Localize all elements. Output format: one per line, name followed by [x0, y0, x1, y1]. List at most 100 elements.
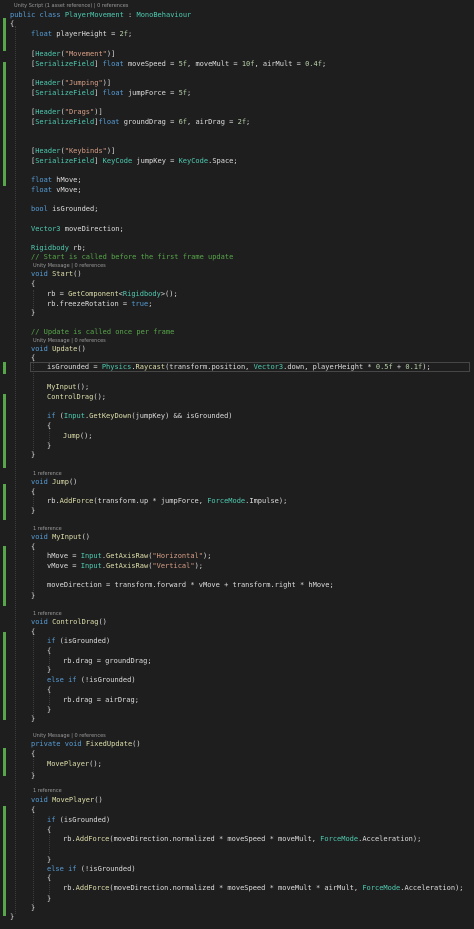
code-line[interactable]: } — [0, 715, 474, 724]
code-text: } — [31, 772, 36, 780]
code-line[interactable]: [Header("Movement")] — [0, 50, 474, 59]
codelens-class[interactable]: Unity Script (1 asset reference) | 0 ref… — [14, 3, 128, 9]
code-text: moveDirection = transform.forward * vMov… — [47, 581, 334, 589]
code-line[interactable]: // Start is called before the first fram… — [0, 253, 474, 262]
code-text: { — [31, 750, 36, 758]
code-line[interactable]: { — [0, 750, 474, 759]
codelens-start[interactable]: Unity Message | 0 references — [33, 263, 106, 269]
code-text: } — [31, 451, 36, 459]
code-line[interactable]: rb.AddForce(transform.up * jumpForce, Fo… — [0, 497, 474, 506]
code-line[interactable]: { — [0, 647, 474, 656]
code-line[interactable]: if (isGrounded) — [0, 637, 474, 646]
code-line[interactable]: { — [0, 628, 474, 637]
code-line[interactable]: void Jump() — [0, 478, 474, 487]
code-text: } — [47, 895, 52, 903]
code-line[interactable]: [SerializeField] KeyCode jumpKey = KeyCo… — [0, 157, 474, 166]
code-text: { — [31, 806, 36, 814]
code-line[interactable]: rb.AddForce(moveDirection.normalized * m… — [0, 884, 474, 893]
code-line[interactable]: } — [0, 706, 474, 715]
code-text: [Header("Drags")] — [31, 108, 103, 116]
code-line[interactable]: float hMove; — [0, 176, 474, 185]
code-line[interactable]: } — [0, 442, 474, 451]
code-line[interactable]: { — [0, 826, 474, 835]
codelens-moveplayer[interactable]: 1 reference — [33, 788, 62, 794]
code-line[interactable]: rb.AddForce(moveDirection.normalized * m… — [0, 835, 474, 844]
code-line[interactable]: [Header("Jumping")] — [0, 79, 474, 88]
code-line[interactable]: bool isGrounded; — [0, 205, 474, 214]
code-line[interactable]: hMove = Input.GetAxisRaw("Horizontal"); — [0, 552, 474, 561]
code-line[interactable]: if (isGrounded) — [0, 816, 474, 825]
code-line[interactable]: else if (!isGrounded) — [0, 676, 474, 685]
code-line[interactable]: } — [0, 309, 474, 318]
code-line[interactable]: Jump(); — [0, 432, 474, 441]
code-line[interactable]: [SerializeField] float moveSpeed = 5f, m… — [0, 60, 474, 69]
code-line[interactable]: { — [0, 543, 474, 552]
code-line[interactable]: { — [0, 354, 474, 363]
code-line[interactable]: } — [0, 772, 474, 781]
code-line[interactable]: } — [0, 451, 474, 460]
code-line[interactable]: if (Input.GetKeyDown(jumpKey) && isGroun… — [0, 412, 474, 421]
codelens-controldrag[interactable]: 1 reference — [33, 611, 62, 617]
code-text: rb.AddForce(moveDirection.normalized * m… — [63, 835, 422, 843]
code-line[interactable]: rb.freezeRotation = true; — [0, 300, 474, 309]
code-line[interactable]: } — [0, 666, 474, 675]
code-line[interactable]: vMove = Input.GetAxisRaw("Vertical"); — [0, 562, 474, 571]
code-line[interactable]: [Header("Keybinds")] — [0, 147, 474, 156]
code-text: void Jump() — [31, 478, 78, 486]
code-line[interactable]: void Update() — [0, 345, 474, 354]
code-line[interactable]: } — [0, 856, 474, 865]
code-editor[interactable]: Unity Script (1 asset reference) | 0 ref… — [0, 0, 474, 929]
code-text: } — [31, 715, 36, 723]
code-line[interactable]: private void FixedUpdate() — [0, 740, 474, 749]
code-line[interactable]: float playerHeight = 2f; — [0, 30, 474, 39]
code-text: hMove = Input.GetAxisRaw("Horizontal"); — [47, 552, 212, 560]
code-text: Vector3 moveDirection; — [31, 225, 124, 233]
code-line[interactable]: { — [0, 20, 474, 29]
code-line[interactable]: } — [0, 507, 474, 516]
code-text: { — [47, 826, 52, 834]
code-line[interactable]: Vector3 moveDirection; — [0, 225, 474, 234]
codelens-update[interactable]: Unity Message | 0 references — [33, 338, 106, 344]
code-line[interactable]: MovePlayer(); — [0, 760, 474, 769]
code-text: if (Input.GetKeyDown(jumpKey) && isGroun… — [47, 412, 233, 420]
code-line[interactable]: void MyInput() — [0, 533, 474, 542]
code-text: { — [31, 354, 36, 362]
code-line[interactable]: float vMove; — [0, 186, 474, 195]
code-text: } — [47, 666, 52, 674]
code-line[interactable]: } — [0, 895, 474, 904]
code-text: } — [47, 442, 52, 450]
code-line[interactable]: MyInput(); — [0, 383, 474, 392]
code-line[interactable]: public class PlayerMovement : MonoBehavi… — [0, 11, 474, 20]
code-line[interactable]: Rigidbody rb; — [0, 244, 474, 253]
code-line[interactable]: moveDirection = transform.forward * vMov… — [0, 581, 474, 590]
code-text: } — [47, 706, 52, 714]
code-line[interactable]: // Update is called once per frame — [0, 328, 474, 337]
code-line[interactable]: { — [0, 488, 474, 497]
codelens-myinput[interactable]: 1 reference — [33, 526, 62, 532]
code-line[interactable]: isGrounded = Physics.Raycast(transform.p… — [0, 363, 474, 372]
code-text: bool isGrounded; — [31, 205, 99, 213]
code-line[interactable]: [SerializeField]float groundDrag = 6f, a… — [0, 118, 474, 127]
code-line[interactable]: [Header("Drags")] — [0, 108, 474, 117]
code-line[interactable]: void ControlDrag() — [0, 618, 474, 627]
code-text: [SerializeField] float jumpForce = 5f; — [31, 89, 192, 97]
code-line[interactable]: rb.drag = groundDrag; — [0, 657, 474, 666]
code-line[interactable]: } — [0, 904, 474, 913]
code-text: void ControlDrag() — [31, 618, 107, 626]
code-line[interactable]: } — [0, 913, 474, 922]
code-line[interactable]: else if (!isGrounded) — [0, 865, 474, 874]
code-line[interactable]: } — [0, 592, 474, 601]
code-line[interactable]: void MovePlayer() — [0, 796, 474, 805]
codelens-jump[interactable]: 1 reference — [33, 471, 62, 477]
code-line[interactable]: rb.drag = airDrag; — [0, 696, 474, 705]
code-line[interactable]: [SerializeField] float jumpForce = 5f; — [0, 89, 474, 98]
code-line[interactable]: { — [0, 806, 474, 815]
code-line[interactable]: void Start() — [0, 270, 474, 279]
codelens-fixedupdate[interactable]: Unity Message | 0 references — [33, 733, 106, 739]
code-line[interactable]: ControlDrag(); — [0, 393, 474, 402]
code-line[interactable]: { — [0, 280, 474, 289]
code-line[interactable]: { — [0, 686, 474, 695]
code-line[interactable]: { — [0, 422, 474, 431]
code-line[interactable]: rb = GetComponent<Rigidbody>(); — [0, 290, 474, 299]
code-line[interactable]: { — [0, 874, 474, 883]
